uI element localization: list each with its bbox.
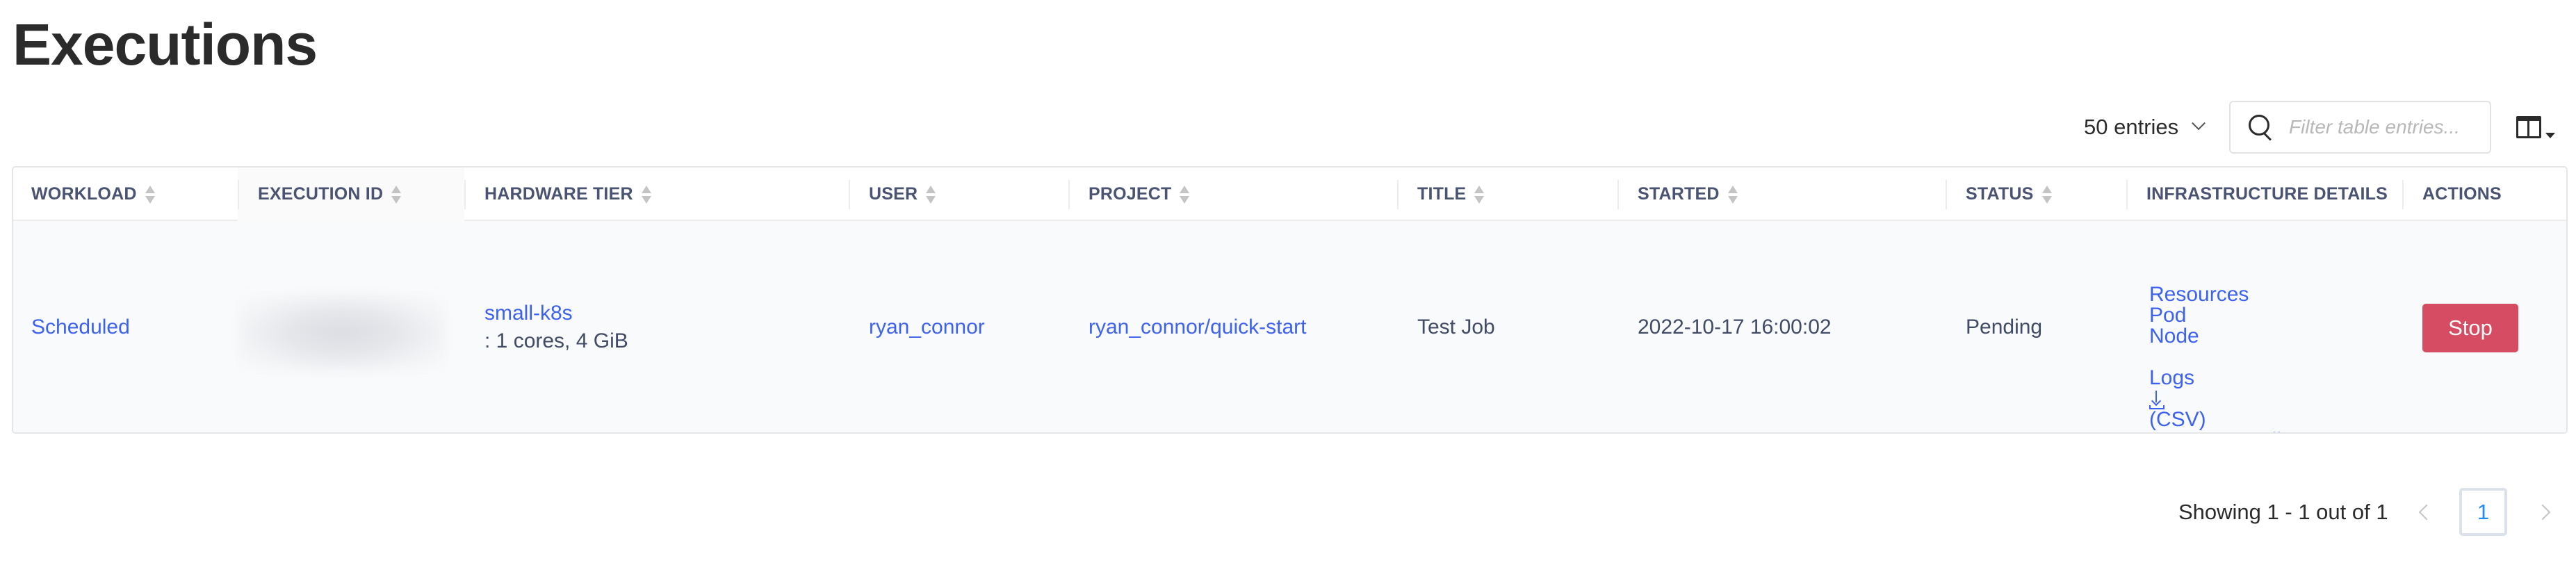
execution-id-redacted — [238, 293, 446, 372]
column-header-infrastructure-details: INFRASTRUCTURE DETAILS — [2126, 168, 2388, 221]
cell-title: Test Job — [1417, 221, 1495, 432]
sort-icon[interactable] — [1474, 185, 1485, 204]
column-header-project[interactable]: PROJECT — [1068, 168, 1190, 221]
page-button-current[interactable]: 1 — [2459, 488, 2507, 536]
sort-icon[interactable] — [641, 185, 651, 204]
pod-link[interactable]: Pod — [2149, 305, 2293, 326]
column-label: TITLE — [1417, 184, 1467, 204]
cell-user: ryan_connor — [869, 221, 985, 432]
cell-status: Pending — [1966, 221, 2043, 432]
workload-link[interactable]: Scheduled — [31, 313, 130, 341]
search-icon — [2249, 115, 2274, 140]
column-header-title[interactable]: TITLE — [1397, 168, 1485, 221]
cell-hardware-tier: small-k8s : 1 cores, 4 GiB — [484, 221, 628, 432]
column-divider — [1397, 180, 1399, 209]
column-header-workload[interactable]: WORKLOAD — [31, 168, 155, 221]
stop-button[interactable]: Stop — [2422, 304, 2518, 352]
cell-started: 2022-10-17 16:00:02 — [1638, 221, 1832, 432]
download-icon[interactable] — [2149, 389, 2165, 409]
columns-icon — [2516, 116, 2541, 138]
sort-icon[interactable] — [145, 185, 155, 204]
chevron-left-icon[interactable] — [2418, 504, 2435, 521]
column-label: STARTED — [1638, 184, 1720, 204]
column-divider — [1068, 180, 1070, 209]
column-label: PROJECT — [1089, 184, 1172, 204]
page-title: Executions — [13, 12, 318, 77]
columns-toggle-button[interactable] — [2516, 116, 2557, 140]
table-toolbar: 50 entries — [0, 101, 2576, 154]
column-header-execution-id[interactable]: EXECUTION ID — [238, 168, 464, 221]
project-link[interactable]: ryan_connor/quick-start — [1089, 313, 1306, 341]
pagination: Showing 1 - 1 out of 1 1 — [0, 488, 2576, 537]
column-header-actions: ACTIONS — [2402, 168, 2502, 221]
column-header-hardware-tier[interactable]: HARDWARE TIER — [464, 168, 651, 221]
search-box[interactable] — [2229, 101, 2491, 154]
column-label: WORKLOAD — [31, 184, 137, 204]
support-bundle-link[interactable]: Support Bundle — [2149, 430, 2293, 433]
hardware-tier-link[interactable]: small-k8s — [484, 300, 628, 327]
cell-workload: Scheduled — [31, 221, 130, 432]
pagination-summary: Showing 1 - 1 out of 1 — [2178, 500, 2388, 524]
column-divider — [1946, 180, 1947, 209]
table-header: WORKLOAD EXECUTION ID HARDWARE TIER USER… — [13, 168, 2566, 221]
started-timestamp: 2022-10-17 16:00:02 — [1638, 316, 1832, 338]
entries-label: 50 entries — [2084, 115, 2179, 139]
column-header-status[interactable]: STATUS — [1946, 168, 2052, 221]
cell-project: ryan_connor/quick-start — [1089, 221, 1306, 432]
column-label: ACTIONS — [2422, 184, 2502, 204]
chevron-down-icon — [2192, 116, 2206, 131]
hardware-tier-spec: : 1 cores, 4 GiB — [484, 329, 628, 352]
resources-link[interactable]: Resources — [2149, 284, 2293, 305]
node-link[interactable]: Node — [2149, 326, 2293, 347]
column-label: HARDWARE TIER — [484, 184, 633, 204]
column-header-user[interactable]: USER — [849, 168, 936, 221]
column-header-started[interactable]: STARTED — [1617, 168, 1738, 221]
column-divider — [2402, 180, 2404, 209]
chevron-right-icon[interactable] — [2534, 504, 2551, 521]
caret-down-icon — [2545, 133, 2555, 138]
sort-icon[interactable] — [391, 185, 402, 204]
job-title: Test Job — [1417, 316, 1495, 338]
column-label: USER — [869, 184, 918, 204]
filter-input[interactable] — [2289, 116, 2491, 138]
entries-per-page-select[interactable]: 50 entries — [2084, 101, 2206, 154]
column-divider — [464, 180, 466, 209]
logs-link[interactable]: Logs — [2149, 368, 2293, 389]
sort-icon[interactable] — [926, 185, 936, 204]
column-divider — [2126, 180, 2128, 209]
column-divider — [849, 180, 850, 209]
sort-icon[interactable] — [1180, 185, 1190, 204]
sort-icon[interactable] — [2041, 185, 2052, 204]
table-row: Scheduled small-k8s : 1 cores, 4 GiB rya… — [13, 221, 2566, 433]
column-label: STATUS — [1966, 184, 2034, 204]
cell-infrastructure-details: Resources Pod Node Logs (CSV) Support Bu… — [2149, 284, 2293, 433]
column-divider — [1617, 180, 1619, 209]
column-divider — [238, 180, 239, 209]
status-text: Pending — [1966, 316, 2043, 338]
csv-link[interactable]: (CSV) — [2149, 409, 2293, 430]
sort-icon[interactable] — [1727, 185, 1738, 204]
download-tray — [2149, 405, 2165, 409]
column-label: INFRASTRUCTURE DETAILS — [2146, 184, 2388, 204]
user-link[interactable]: ryan_connor — [869, 313, 985, 341]
executions-table: WORKLOAD EXECUTION ID HARDWARE TIER USER… — [12, 166, 2568, 434]
column-label: EXECUTION ID — [258, 184, 384, 204]
